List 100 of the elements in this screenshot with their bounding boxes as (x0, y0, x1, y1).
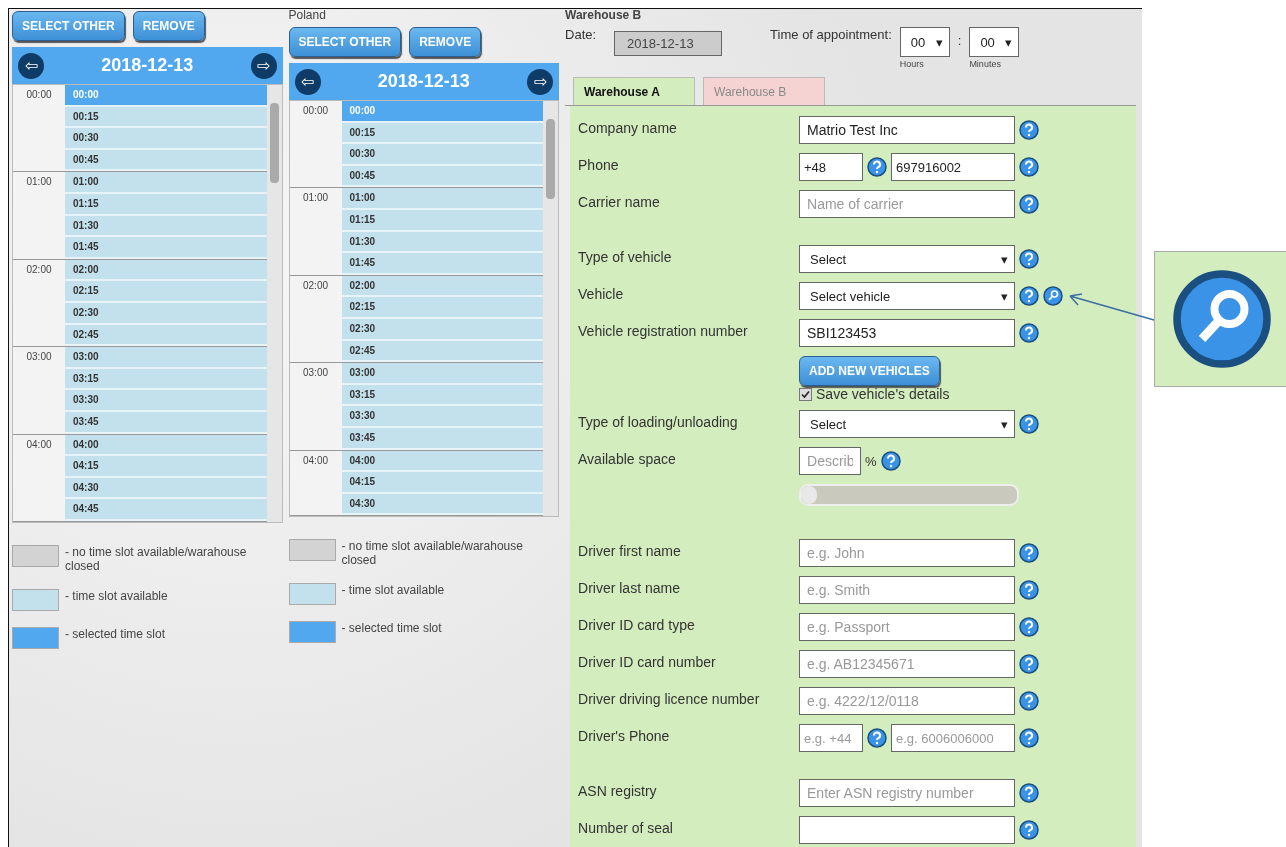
select-dropdown[interactable]: Select ▾ (799, 410, 1016, 438)
phone-number-field[interactable]: e.g. 6006006000 (891, 724, 1016, 752)
hour-label: 01:00 (302, 191, 330, 206)
input-field[interactable]: e.g. 4222/12/0118 (799, 687, 1016, 715)
help-icon[interactable] (867, 728, 888, 748)
help-icon[interactable] (880, 451, 901, 471)
time-slot[interactable]: 02:00 (65, 259, 267, 282)
help-icon[interactable] (1019, 820, 1040, 840)
input-field[interactable]: Describ (799, 447, 862, 475)
help-icon[interactable] (1019, 691, 1040, 711)
time-slot[interactable]: 01:15 (65, 193, 267, 216)
previous-day-button[interactable]: ⇦ (18, 52, 44, 79)
time-slot[interactable]: 01:30 (341, 231, 544, 254)
scrollbar[interactable] (543, 101, 559, 517)
time-slot[interactable]: 03:45 (65, 411, 267, 434)
help-icon[interactable] (1019, 414, 1040, 434)
phone-prefix-field[interactable]: e.g. +44 (799, 724, 864, 752)
time-slot[interactable]: 04:45 (65, 499, 267, 521)
help-icon[interactable] (1019, 580, 1040, 600)
input-field[interactable] (799, 816, 1016, 844)
input-field[interactable]: e.g. John (799, 539, 1016, 567)
help-icon[interactable] (1019, 323, 1040, 343)
hour-label: 00:00 (302, 104, 330, 118)
field-label: Phone (578, 156, 620, 173)
help-icon[interactable] (1019, 157, 1040, 177)
time-slot[interactable]: 04:00 (65, 434, 267, 457)
hour-label: 02:00 (25, 262, 53, 277)
time-slot[interactable]: 02:45 (65, 324, 267, 347)
time-slot[interactable]: 01:45 (65, 237, 267, 259)
date-label: Date: (565, 27, 597, 42)
phone-number-field[interactable]: 697916002 (891, 153, 1016, 181)
help-icon[interactable] (1019, 120, 1040, 140)
time-slot[interactable]: 01:00 (65, 172, 267, 194)
help-icon[interactable] (1019, 249, 1040, 269)
help-icon[interactable] (1019, 617, 1040, 637)
time-slot[interactable]: 03:30 (341, 406, 544, 428)
checkbox[interactable] (799, 387, 813, 401)
time-slot[interactable]: 03:15 (65, 368, 267, 391)
time-slot[interactable]: 00:15 (341, 122, 544, 145)
time-slot[interactable]: 04:00 (341, 450, 544, 473)
help-icon[interactable] (1019, 543, 1040, 563)
next-day-button[interactable]: ⇨ (527, 68, 554, 95)
help-icon[interactable] (1019, 654, 1040, 674)
input-field[interactable]: e.g. Passport (799, 613, 1016, 641)
select-dropdown[interactable]: Select vehicle ▾ (799, 282, 1016, 310)
input-field[interactable]: Name of carrier (799, 190, 1016, 218)
time-slot[interactable]: 00:30 (65, 128, 267, 150)
field-label: Type of vehicle (578, 248, 673, 265)
input-field[interactable]: Matrio Test Inc (799, 116, 1016, 144)
search-icon[interactable] (1043, 286, 1064, 306)
select-dropdown[interactable]: Select ▾ (799, 245, 1016, 273)
section-caption: Warehouse B (565, 9, 643, 21)
previous-day-button[interactable]: ⇦ (294, 68, 321, 95)
hour-label: 00:00 (25, 88, 53, 102)
input-field[interactable]: Enter ASN registry number (799, 779, 1016, 807)
field-label: Driver last name (578, 579, 681, 596)
time-slot[interactable]: 01:15 (341, 209, 544, 232)
help-icon[interactable] (1019, 286, 1040, 306)
field-label: Type of loading/unloading (578, 413, 739, 430)
time-slot[interactable]: 02:15 (341, 297, 544, 319)
date-field[interactable]: 2018-12-13 (614, 31, 723, 56)
time-slot[interactable]: 02:15 (65, 281, 267, 303)
time-slot[interactable]: 02:45 (341, 340, 544, 363)
time-slot[interactable]: 00:30 (341, 144, 544, 166)
hour-label: 03:00 (25, 350, 53, 365)
time-slot[interactable]: 03:15 (341, 384, 544, 407)
time-slot[interactable]: 00:15 (65, 106, 267, 129)
time-slot[interactable]: 01:00 (341, 188, 544, 210)
hours-caption: Hours (899, 59, 924, 69)
time-slot[interactable]: 02:00 (341, 275, 544, 298)
help-icon[interactable] (1019, 194, 1040, 214)
time-slot[interactable]: 01:45 (341, 253, 544, 275)
input-field[interactable]: SBI123453 (799, 319, 1016, 347)
space-slider[interactable] (799, 484, 1020, 506)
time-slot[interactable]: 00:45 (65, 149, 267, 172)
next-day-button[interactable]: ⇨ (250, 52, 277, 79)
input-field[interactable]: e.g. Smith (799, 576, 1016, 604)
minutes-select[interactable]: 00 ▾ (969, 27, 1020, 57)
help-icon[interactable] (1019, 783, 1040, 803)
time-slot[interactable]: 02:30 (65, 302, 267, 325)
help-icon[interactable] (867, 157, 888, 177)
hours-select[interactable]: 00 ▾ (899, 27, 950, 57)
time-slot[interactable]: 03:00 (341, 363, 544, 385)
help-icon[interactable] (1019, 728, 1040, 748)
hour-label: 02:00 (302, 278, 330, 293)
checkmark-icon (800, 388, 812, 400)
input-field[interactable]: e.g. AB12345671 (799, 650, 1016, 678)
time-slot[interactable]: 04:15 (65, 456, 267, 478)
time-slot[interactable]: 03:00 (65, 347, 267, 369)
time-slot[interactable]: 02:30 (341, 318, 544, 341)
time-slot[interactable]: 04:15 (341, 472, 544, 494)
time-slot[interactable]: 03:30 (65, 390, 267, 412)
phone-prefix-field[interactable]: +48 (799, 153, 864, 181)
time-slot[interactable]: 04:30 (341, 493, 544, 516)
time-slot[interactable]: 01:30 (65, 215, 267, 238)
time-slot[interactable]: 00:45 (341, 165, 544, 188)
field-label: Driver's Phone (578, 727, 671, 744)
warehouse-tab[interactable]: Warehouse A (573, 77, 696, 105)
time-slot[interactable]: 04:30 (65, 477, 267, 500)
time-slot[interactable]: 03:45 (341, 427, 544, 450)
